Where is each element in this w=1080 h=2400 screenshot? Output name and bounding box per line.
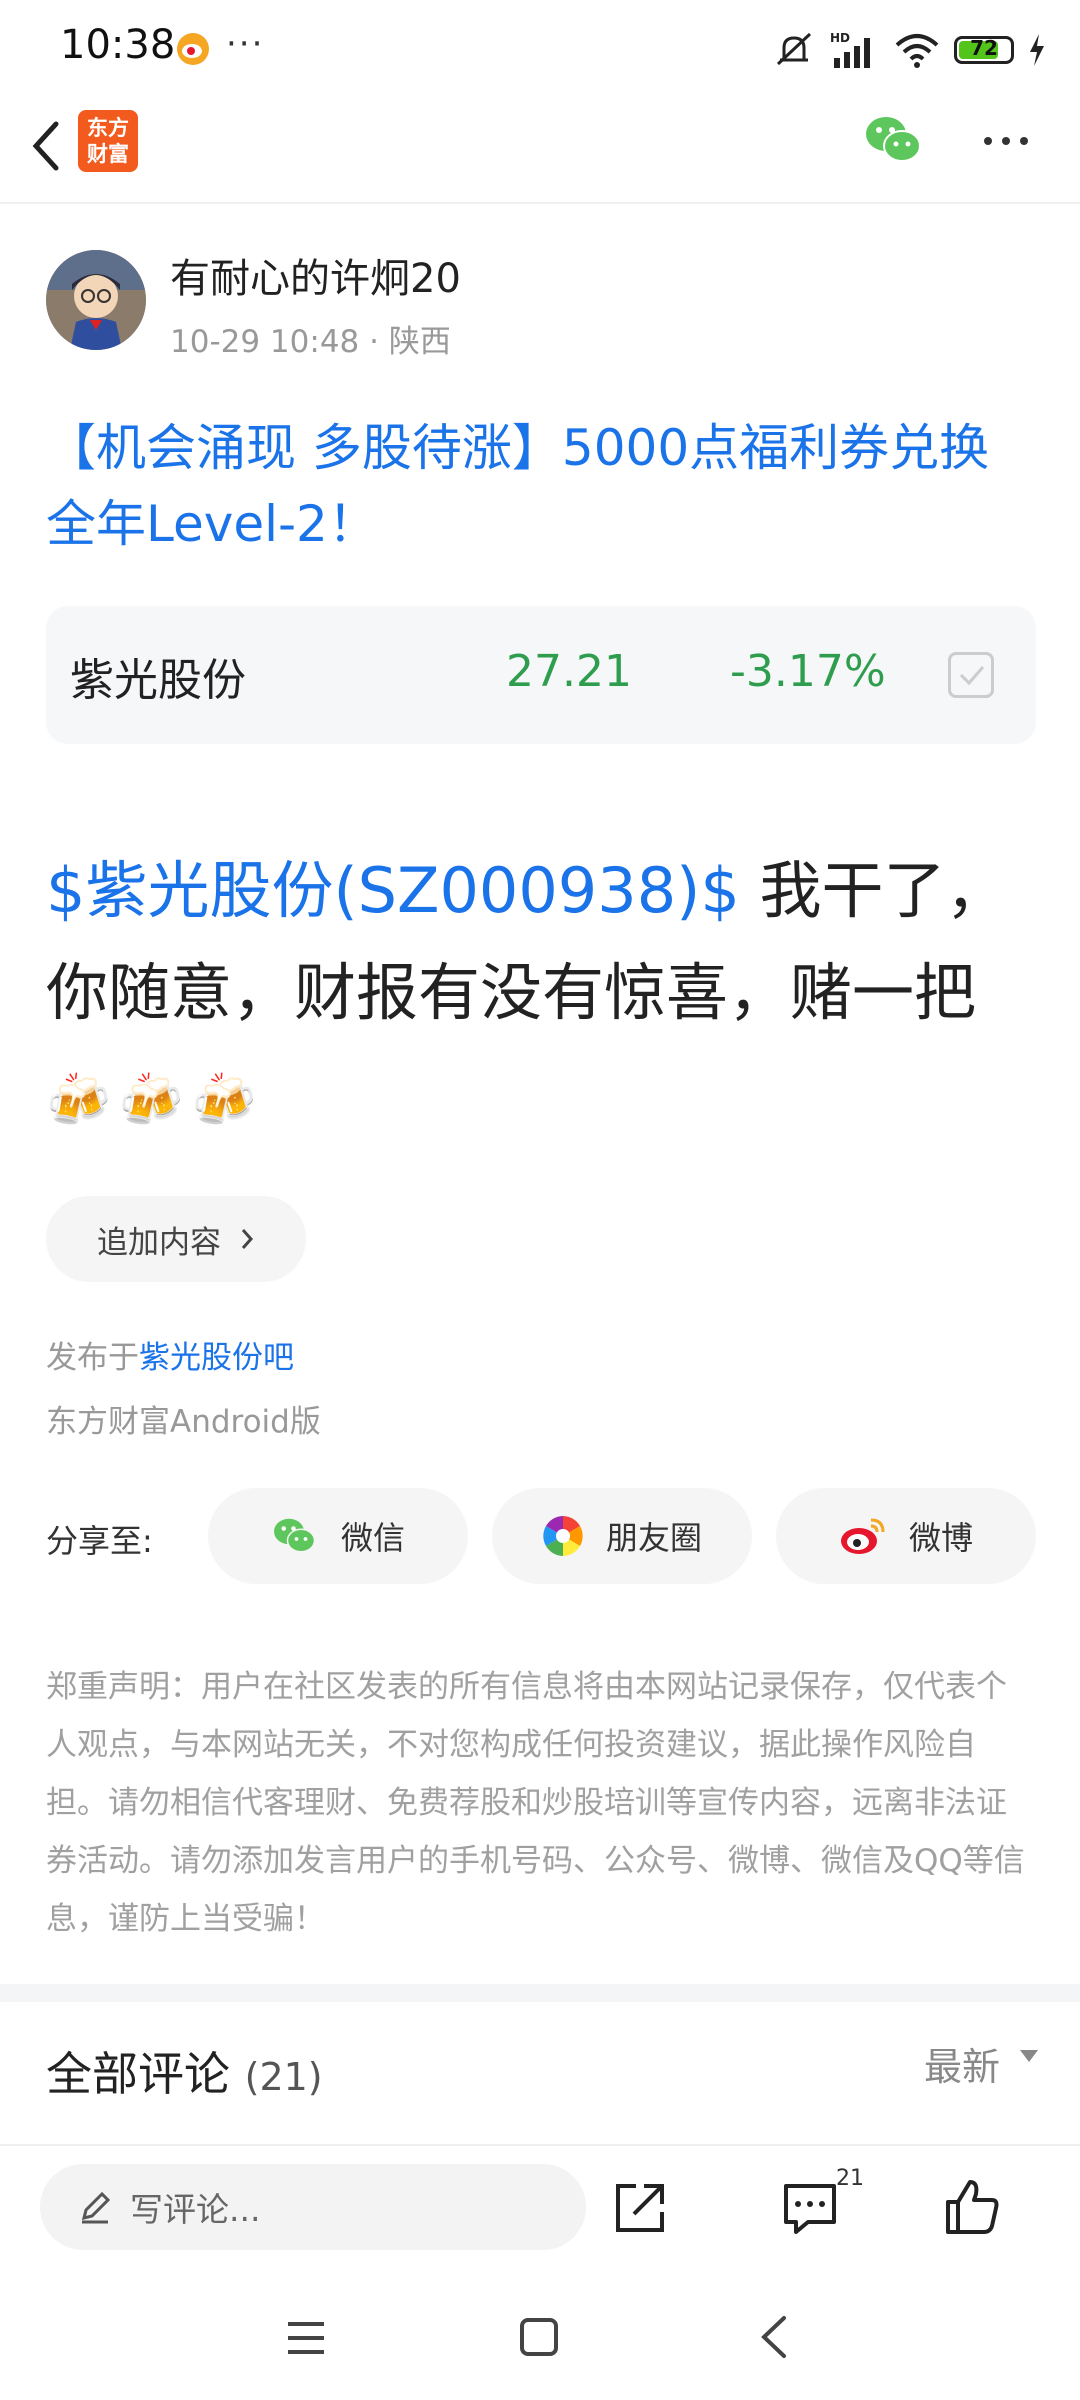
stock-bar-link[interactable]: 紫光股份吧	[139, 1340, 294, 1376]
wechat-icon	[273, 1518, 316, 1553]
check-icon	[959, 666, 985, 686]
thumbs-up-icon[interactable]	[942, 2176, 1002, 2238]
add-watchlist-checkbox[interactable]	[948, 652, 994, 698]
more-icon[interactable]	[976, 116, 1036, 166]
app-logo: 东方 财富	[78, 110, 138, 172]
append-content-label: 追加内容	[97, 1224, 221, 1261]
moments-icon	[543, 1516, 583, 1556]
status-time: 10:38	[60, 22, 176, 68]
hd-signal-icon: HD	[830, 31, 870, 68]
share-icon[interactable]	[610, 2178, 670, 2238]
system-nav-bar	[0, 2290, 1080, 2400]
stock-change: -3.17%	[730, 646, 886, 697]
comment-icon[interactable]	[780, 2178, 840, 2238]
comments-title: 全部评论	[46, 2047, 230, 2101]
comment-placeholder: 写评论...	[130, 2190, 261, 2229]
comment-input[interactable]: 写评论...	[40, 2164, 586, 2250]
disclaimer: 郑重声明：用户在社区发表的所有信息将由本网站记录保存，仅代表个人观点，与本网站无…	[46, 1669, 1025, 1937]
back-icon[interactable]	[18, 110, 78, 182]
wechat-icon[interactable]	[864, 112, 924, 168]
share-wechat-label: 微信	[340, 1519, 405, 1557]
section-divider	[0, 1984, 1080, 2002]
share-moments-button[interactable]: 朋友圈	[492, 1488, 752, 1584]
avatar-image	[46, 250, 146, 350]
author-name[interactable]: 有耐心的许炯20	[170, 246, 461, 304]
share-wechat-button[interactable]: 微信	[208, 1488, 468, 1584]
weibo-icon	[177, 33, 209, 65]
logo-text-line2: 财富	[87, 142, 129, 166]
svg-text:HD: HD	[830, 31, 850, 45]
comments-header: 全部评论 (21)	[46, 2038, 323, 2104]
post-body: $紫光股份(SZ000938)$ 我干了，你随意，财报有没有惊喜，赌一把	[46, 840, 1046, 1044]
published-in: 发布于紫光股份吧	[46, 1332, 294, 1377]
comments-count: (21)	[244, 2055, 323, 2099]
nav-back-icon[interactable]	[756, 2314, 792, 2360]
home-icon[interactable]	[518, 2316, 560, 2358]
stock-card[interactable]: 紫光股份 27.21 -3.17%	[46, 606, 1036, 744]
share-weibo-button[interactable]: 微博	[776, 1488, 1036, 1584]
weibo-icon	[840, 1518, 885, 1554]
dropdown-arrow-icon[interactable]	[1020, 2050, 1038, 2062]
stock-name: 紫光股份	[70, 655, 246, 706]
status-notification-dots: ···	[226, 24, 265, 64]
mute-icon	[776, 32, 812, 66]
battery-level: 72	[970, 36, 998, 60]
share-moments-label: 朋友圈	[605, 1519, 702, 1557]
pencil-icon	[81, 2191, 111, 2224]
post-meta: 10-29 10:48 · 陕西	[170, 324, 451, 360]
share-weibo-label: 微博	[908, 1519, 973, 1557]
avatar[interactable]	[46, 250, 146, 350]
post-title[interactable]: 【机会涌现 多股待涨】5000点福利券兑换全年Level-2！	[46, 410, 1036, 562]
battery-icon: 72	[954, 36, 1014, 64]
divider	[0, 202, 1080, 204]
published-prefix: 发布于	[46, 1340, 139, 1376]
sort-button[interactable]: 最新	[924, 2036, 1000, 2091]
append-content-button[interactable]: 追加内容	[46, 1196, 306, 1282]
stock-price: 27.21	[506, 646, 632, 697]
status-icons: HD 72	[772, 24, 1046, 76]
wifi-icon	[895, 34, 939, 68]
chevron-right-icon	[241, 1229, 254, 1249]
comment-count-badge: 21	[836, 2166, 864, 2191]
client-info: 东方财富Android版	[46, 1404, 321, 1440]
logo-text-line1: 东方	[87, 116, 129, 140]
stock-tag-link[interactable]: $紫光股份(SZ000938)$	[46, 854, 740, 927]
share-label: 分享至:	[46, 1522, 153, 1560]
beer-emojis: 🍻🍻🍻	[46, 1071, 265, 1131]
menu-icon[interactable]	[284, 2318, 328, 2358]
charging-icon	[1030, 34, 1044, 66]
